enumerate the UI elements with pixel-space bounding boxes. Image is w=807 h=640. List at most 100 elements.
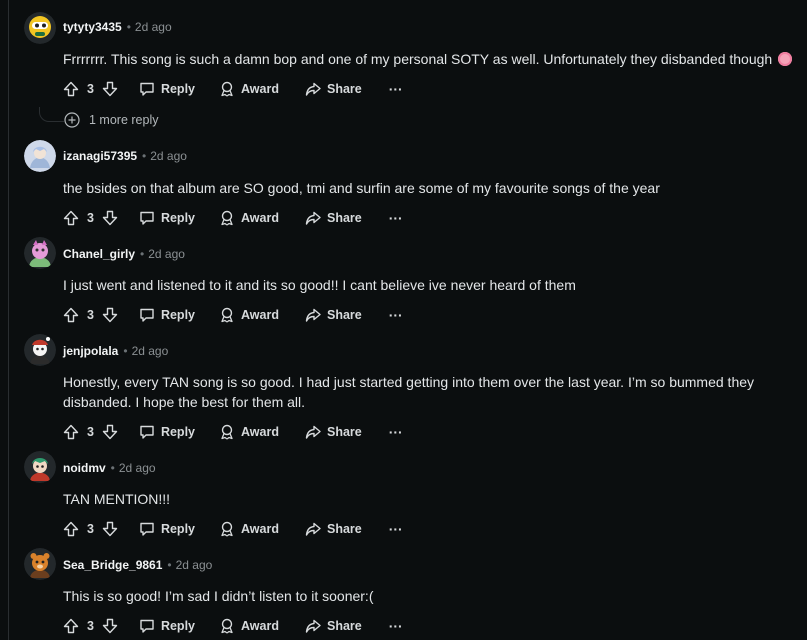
timestamp[interactable]: 2d ago — [132, 344, 169, 358]
share-icon — [305, 82, 321, 96]
timestamp[interactable]: 2d ago — [150, 149, 187, 163]
comment-meta: jenjpolala • 2d ago — [63, 344, 168, 358]
more-options-button[interactable]: ··· — [389, 618, 403, 634]
downvote-button[interactable] — [102, 307, 118, 323]
reply-button[interactable]: Reply — [139, 210, 195, 226]
share-button[interactable]: Share — [305, 424, 362, 440]
award-button[interactable]: Award — [219, 210, 279, 226]
share-label: Share — [326, 82, 362, 96]
upvote-icon — [63, 618, 79, 634]
award-button[interactable]: Award — [219, 618, 279, 634]
vote-count: 3 — [87, 308, 94, 322]
downvote-icon — [102, 521, 118, 537]
downvote-icon — [102, 307, 118, 323]
username[interactable]: tytyty3435 — [63, 20, 122, 34]
share-label: Share — [326, 619, 362, 633]
downvote-button[interactable] — [102, 618, 118, 634]
share-button[interactable]: Share — [305, 521, 362, 537]
share-label: Share — [326, 308, 362, 322]
username[interactable]: jenjpolala — [63, 344, 118, 358]
reply-connector — [39, 107, 64, 122]
reply-button[interactable]: Reply — [139, 81, 195, 97]
share-button[interactable]: Share — [305, 210, 362, 226]
share-button[interactable]: Share — [305, 618, 362, 634]
upvote-button[interactable] — [63, 81, 79, 97]
upvote-icon — [63, 424, 79, 440]
upvote-icon — [63, 210, 79, 226]
reply-button[interactable]: Reply — [139, 521, 195, 537]
avatar[interactable] — [24, 237, 56, 269]
more-options-button[interactable]: ··· — [389, 424, 403, 440]
upvote-icon — [63, 521, 79, 537]
vote-count: 3 — [87, 211, 94, 225]
upvote-button[interactable] — [63, 521, 79, 537]
share-icon — [305, 425, 321, 439]
award-label: Award — [241, 619, 279, 633]
comment-body: Honestly, every TAN song is so good. I h… — [63, 374, 755, 410]
comment-meta: Sea_Bridge_9861 • 2d ago — [63, 558, 212, 572]
more-replies-link[interactable]: 1 more reply — [64, 112, 158, 128]
share-button[interactable]: Share — [305, 307, 362, 323]
separator-dot: • — [126, 20, 131, 34]
downvote-button[interactable] — [102, 521, 118, 537]
reply-button[interactable]: Reply — [139, 618, 195, 634]
comment-meta: noidmv • 2d ago — [63, 461, 156, 475]
separator-dot: • — [142, 149, 147, 163]
crying-emoji-icon — [778, 52, 793, 66]
timestamp[interactable]: 2d ago — [176, 558, 213, 572]
comment-actions: 3 Reply Award Share ··· — [63, 616, 403, 636]
downvote-icon — [102, 424, 118, 440]
award-button[interactable]: Award — [219, 81, 279, 97]
more-options-button[interactable]: ··· — [389, 307, 403, 323]
thread-line[interactable] — [8, 0, 9, 640]
username[interactable]: izanagi57395 — [63, 149, 137, 163]
share-icon — [305, 522, 321, 536]
avatar[interactable] — [24, 451, 56, 483]
username[interactable]: Sea_Bridge_9861 — [63, 558, 162, 572]
comment-body: Frrrrrrr. This song is such a damn bop a… — [63, 49, 793, 69]
downvote-button[interactable] — [102, 81, 118, 97]
username[interactable]: noidmv — [63, 461, 106, 475]
award-button[interactable]: Award — [219, 307, 279, 323]
award-icon — [221, 618, 233, 634]
timestamp[interactable]: 2d ago — [119, 461, 156, 475]
expand-plus-icon — [64, 112, 80, 128]
username[interactable]: Chanel_girly — [63, 247, 135, 261]
share-button[interactable]: Share — [305, 81, 362, 97]
upvote-button[interactable] — [63, 210, 79, 226]
upvote-button[interactable] — [63, 618, 79, 634]
comment-meta: Chanel_girly • 2d ago — [63, 247, 185, 261]
separator-dot: • — [167, 558, 172, 572]
avatar[interactable] — [24, 12, 56, 44]
comment-actions: 3 Reply Award Share ··· — [63, 208, 403, 228]
share-label: Share — [326, 211, 362, 225]
comment-body: This is so good! I’m sad I didn’t listen… — [63, 588, 374, 604]
award-button[interactable]: Award — [219, 521, 279, 537]
upvote-button[interactable] — [63, 307, 79, 323]
comment-body: I just went and listened to it and its s… — [63, 277, 576, 293]
comment-body: the bsides on that album are SO good, tm… — [63, 180, 660, 196]
award-icon — [221, 81, 233, 97]
reply-button[interactable]: Reply — [139, 424, 195, 440]
timestamp[interactable]: 2d ago — [148, 247, 185, 261]
avatar[interactable] — [24, 548, 56, 580]
downvote-button[interactable] — [102, 210, 118, 226]
timestamp[interactable]: 2d ago — [135, 20, 172, 34]
comment-bubble-icon — [140, 308, 154, 322]
downvote-button[interactable] — [102, 424, 118, 440]
comment-text: Frrrrrrr. This song is such a damn bop a… — [63, 51, 773, 67]
reply-label: Reply — [160, 211, 195, 225]
more-options-button[interactable]: ··· — [389, 210, 403, 226]
avatar[interactable] — [24, 140, 56, 172]
reply-button[interactable]: Reply — [139, 307, 195, 323]
share-icon — [305, 619, 321, 633]
more-options-button[interactable]: ··· — [389, 521, 403, 537]
award-button[interactable]: Award — [219, 424, 279, 440]
award-label: Award — [241, 522, 279, 536]
avatar[interactable] — [24, 334, 56, 366]
comment-actions: 3 Reply Award Share ··· — [63, 519, 403, 539]
comment-bubble-icon — [140, 522, 154, 536]
downvote-icon — [102, 81, 118, 97]
more-options-button[interactable]: ··· — [389, 81, 403, 97]
upvote-button[interactable] — [63, 424, 79, 440]
